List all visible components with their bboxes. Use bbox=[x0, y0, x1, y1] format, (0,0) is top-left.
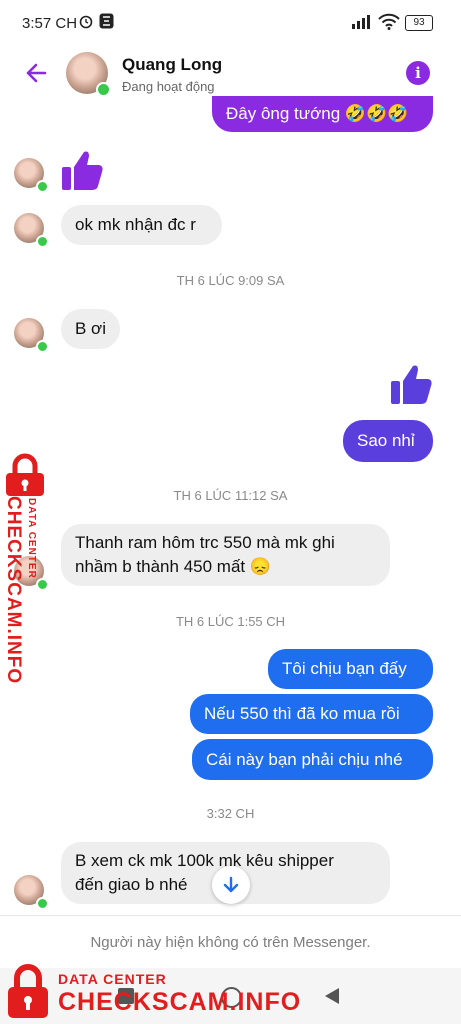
online-indicator bbox=[96, 82, 111, 97]
battery-icon: 93 bbox=[405, 15, 433, 31]
back-arrow-icon[interactable] bbox=[20, 59, 48, 87]
message-outgoing[interactable]: Tôi chịu bạn đấy bbox=[268, 649, 433, 689]
scroll-to-bottom-button[interactable] bbox=[212, 866, 250, 904]
unavailable-notice: Người này hiện không có trên Messenger. bbox=[90, 934, 371, 951]
message-text: Tôi chịu bạn đấy bbox=[282, 659, 407, 678]
message-outgoing[interactable]: Sao nhỉ bbox=[343, 420, 433, 462]
timestamp: 3:32 CH bbox=[206, 806, 255, 821]
alarm-icon bbox=[79, 15, 93, 29]
message-incoming[interactable]: Thanh ram hôm trc 550 mà mk ghi nhầm b t… bbox=[61, 524, 390, 586]
message-text: B ơi bbox=[75, 319, 106, 338]
timestamp: TH 6 LÚC 9:09 SA bbox=[176, 273, 285, 288]
like-thumb-icon bbox=[62, 151, 103, 190]
watermark-side-label: DATA CENTER bbox=[26, 498, 37, 579]
message-outgoing[interactable]: Nếu 550 thì đã ko mua rồi bbox=[190, 694, 433, 734]
online-indicator bbox=[36, 340, 49, 353]
signal-icon bbox=[352, 15, 370, 29]
status-bar: 3:57 CH 93 bbox=[0, 0, 461, 44]
online-indicator bbox=[36, 180, 49, 193]
message-text: Đây ông tướng 🤣🤣🤣 bbox=[226, 104, 409, 123]
message-text: Cái này bạn phải chịu nhé bbox=[206, 749, 403, 769]
like-thumb-icon bbox=[391, 365, 432, 404]
message-text-line: nhầm b thành 450 mất 😞 bbox=[75, 557, 272, 576]
message-incoming[interactable]: ok mk nhận đc r bbox=[61, 205, 222, 245]
watermark-lock-icon bbox=[8, 964, 48, 1018]
contact-status: Đang hoạt động bbox=[122, 79, 215, 94]
arrow-down-icon bbox=[223, 876, 239, 893]
online-indicator bbox=[36, 897, 49, 910]
message-text: ok mk nhận đc r bbox=[75, 215, 196, 234]
message-text: Nếu 550 thì đã ko mua rồi bbox=[204, 704, 400, 723]
message-text: Sao nhỉ bbox=[357, 431, 415, 450]
online-indicator bbox=[36, 235, 49, 248]
message-text-line: đến giao b nhé bbox=[75, 875, 188, 894]
contact-name[interactable]: Quang Long bbox=[122, 55, 222, 75]
message-outgoing[interactable]: Đây ông tướng 🤣🤣🤣 bbox=[212, 96, 433, 132]
timestamp: TH 6 LÚC 1:55 CH bbox=[175, 614, 286, 629]
info-button[interactable]: i bbox=[406, 61, 430, 85]
watermark-bottom-label: DATA CENTER bbox=[58, 971, 167, 987]
message-text-line: Thanh ram hôm trc 550 mà mk ghi bbox=[75, 533, 335, 552]
battery-level: 93 bbox=[413, 17, 425, 28]
message-outgoing[interactable]: Cái này bạn phải chịu nhé bbox=[192, 739, 433, 780]
app-notification-icon bbox=[99, 13, 114, 29]
wifi-icon bbox=[378, 13, 400, 30]
watermark-side-brand: CHECKSCAM.INFO bbox=[3, 496, 24, 685]
composer-divider bbox=[0, 915, 461, 916]
online-indicator bbox=[36, 578, 49, 591]
watermark-bottom-brand: CHECKSCAM.INFO bbox=[58, 988, 302, 1016]
message-incoming[interactable]: B ơi bbox=[61, 309, 120, 349]
timestamp: TH 6 LÚC 11:12 SA bbox=[173, 488, 288, 503]
status-time: 3:57 CH bbox=[22, 15, 78, 32]
watermark-lock-icon bbox=[6, 453, 44, 496]
message-text-line: B xem ck mk 100k mk kêu shipper bbox=[75, 851, 334, 870]
back-triangle-icon[interactable] bbox=[324, 987, 340, 1005]
